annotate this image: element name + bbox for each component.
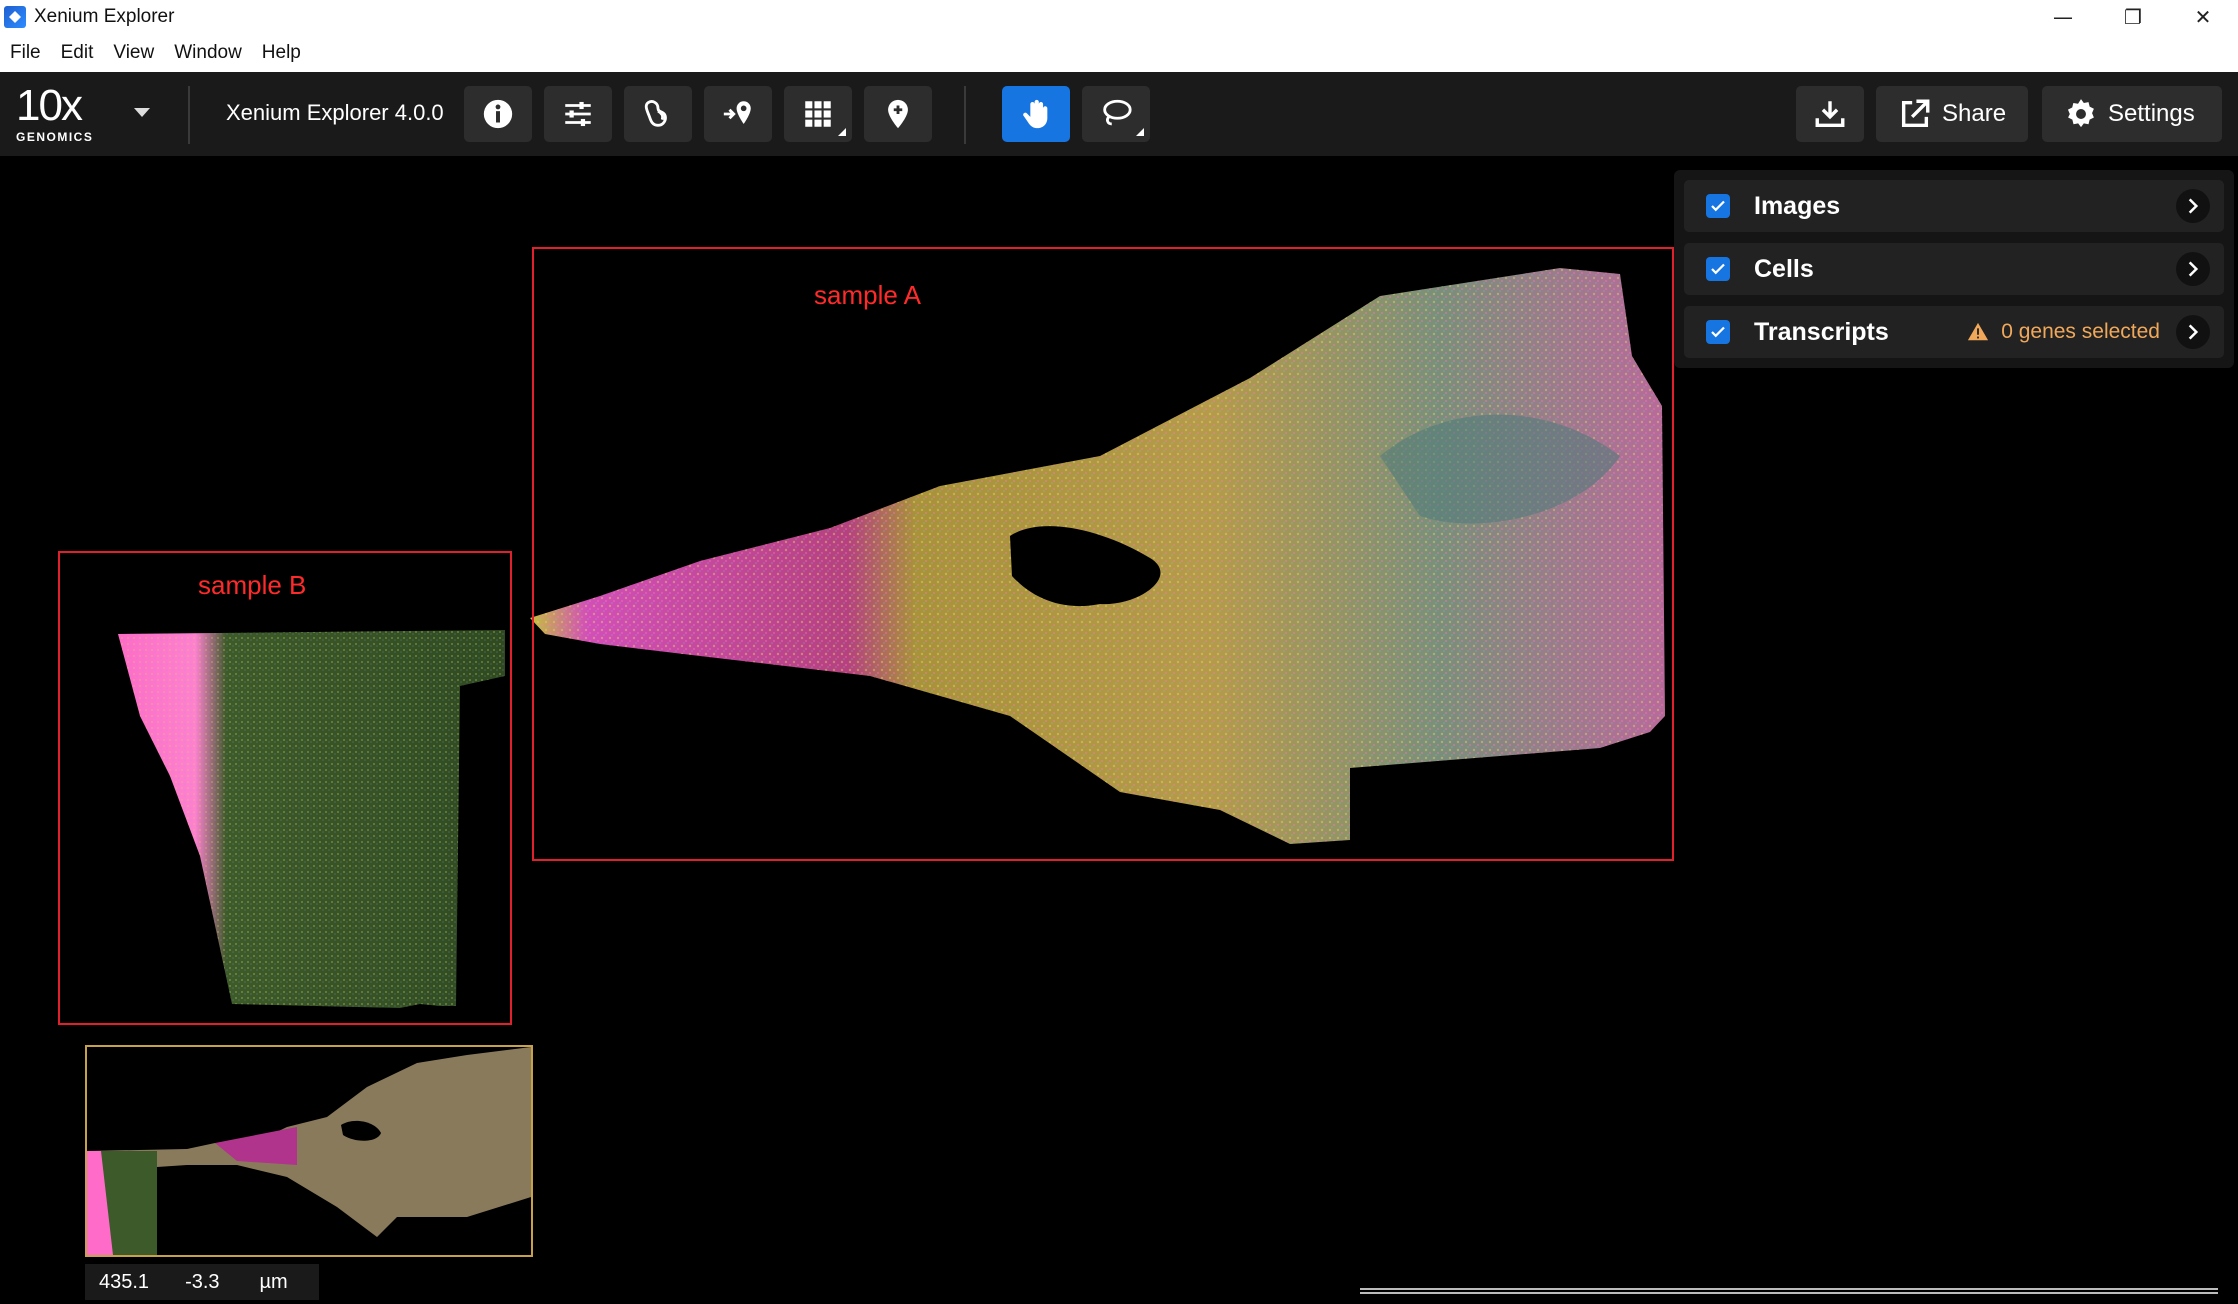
sample-b-label: sample B	[198, 570, 307, 600]
menu-edit[interactable]: Edit	[55, 42, 100, 64]
menu-help[interactable]: Help	[256, 42, 307, 64]
expand-cells-button[interactable]	[2176, 252, 2210, 286]
coordinate-readout: 435.1 -3.3 µm	[85, 1264, 319, 1300]
menu-window[interactable]: Window	[168, 42, 248, 64]
info-icon	[483, 99, 513, 129]
minimap-image	[87, 1047, 531, 1255]
sample-a-label: sample A	[814, 280, 921, 310]
sample-b-box[interactable]	[58, 551, 512, 1025]
menu-view[interactable]: View	[107, 42, 160, 64]
logo-main: 10x	[16, 81, 83, 130]
layer-row-cells[interactable]: Cells	[1684, 243, 2224, 295]
window-controls: — ❐ ✕	[2028, 0, 2238, 34]
chevron-right-icon	[2188, 261, 2199, 277]
checkmark-icon	[1711, 200, 1725, 212]
layer-name: Images	[1754, 191, 1841, 220]
go-to-location-button[interactable]	[704, 86, 772, 142]
cell-segmentation-button[interactable]	[624, 86, 692, 142]
checkmark-icon	[1711, 326, 1725, 338]
settings-label: Settings	[2108, 100, 2195, 127]
layers-panel: Images Cells Transcripts 0 genes selecte…	[1674, 170, 2234, 368]
layer-name: Transcripts	[1754, 317, 1889, 346]
layer-name: Cells	[1754, 254, 1814, 283]
product-name: Xenium Explorer 4.0.0	[226, 100, 444, 125]
minimap[interactable]	[85, 1045, 533, 1257]
coord-unit: µm	[259, 1270, 288, 1293]
menu-file[interactable]: File	[4, 42, 47, 64]
gear-icon	[2067, 99, 2094, 128]
transcripts-checkbox[interactable]	[1706, 320, 1730, 344]
pan-tool-button[interactable]	[1002, 86, 1070, 142]
warning-text: 0 genes selected	[2001, 320, 2160, 343]
toolbar-divider	[964, 86, 966, 144]
share-button[interactable]: Share	[1876, 86, 2028, 142]
cells-checkbox[interactable]	[1706, 257, 1730, 281]
add-pin-button[interactable]	[864, 86, 932, 142]
pin-plus-icon	[888, 99, 908, 129]
chevron-down-icon[interactable]	[134, 108, 150, 117]
images-checkbox[interactable]	[1706, 194, 1730, 218]
share-icon	[1901, 99, 1930, 128]
checkmark-icon	[1711, 263, 1725, 275]
info-button[interactable]	[464, 86, 532, 142]
expand-images-button[interactable]	[2176, 189, 2210, 223]
menu-bar: File Edit View Window Help	[0, 34, 2238, 72]
logo-sub: GENOMICS	[16, 130, 94, 144]
layer-row-images[interactable]: Images	[1684, 180, 2224, 232]
10x-genomics-logo[interactable]: 10x GENOMICS	[16, 81, 94, 145]
arrow-pin-icon	[723, 101, 751, 124]
grid-icon	[805, 101, 831, 127]
coord-x: 435.1	[99, 1270, 150, 1293]
layer-row-transcripts[interactable]: Transcripts 0 genes selected	[1684, 306, 2224, 358]
chevron-right-icon	[2188, 324, 2199, 340]
minimize-button[interactable]: —	[2028, 0, 2098, 34]
lasso-icon	[1103, 99, 1132, 126]
lasso-tool-button[interactable]	[1082, 86, 1150, 142]
download-button[interactable]	[1796, 86, 1864, 142]
settings-button[interactable]: Settings	[2042, 86, 2222, 142]
warning-icon	[1968, 322, 1989, 341]
coord-y: -3.3	[185, 1270, 220, 1293]
adjustments-button[interactable]	[544, 86, 612, 142]
title-bar: Xenium Explorer — ❐ ✕	[0, 0, 2238, 34]
cell-shape-icon	[644, 100, 667, 127]
expand-transcripts-button[interactable]	[2176, 315, 2210, 349]
transcripts-warning: 0 genes selected	[1967, 320, 2160, 344]
window-title: Xenium Explorer	[34, 6, 175, 27]
scale-bar	[1360, 1288, 2218, 1294]
toolbar: 10x GENOMICS Xenium Explorer 4.0.0 Share…	[0, 72, 2238, 156]
app-icon	[4, 6, 26, 28]
sample-a-box[interactable]	[532, 247, 1674, 861]
download-icon	[1815, 101, 1845, 128]
sliders-icon	[565, 101, 591, 127]
grid-button[interactable]	[784, 86, 852, 142]
share-label: Share	[1942, 100, 2007, 127]
toolbar-divider	[188, 86, 190, 144]
chevron-right-icon	[2188, 198, 2199, 214]
restore-button[interactable]: ❐	[2098, 0, 2168, 34]
hand-icon	[1023, 99, 1048, 129]
close-button[interactable]: ✕	[2168, 0, 2238, 34]
